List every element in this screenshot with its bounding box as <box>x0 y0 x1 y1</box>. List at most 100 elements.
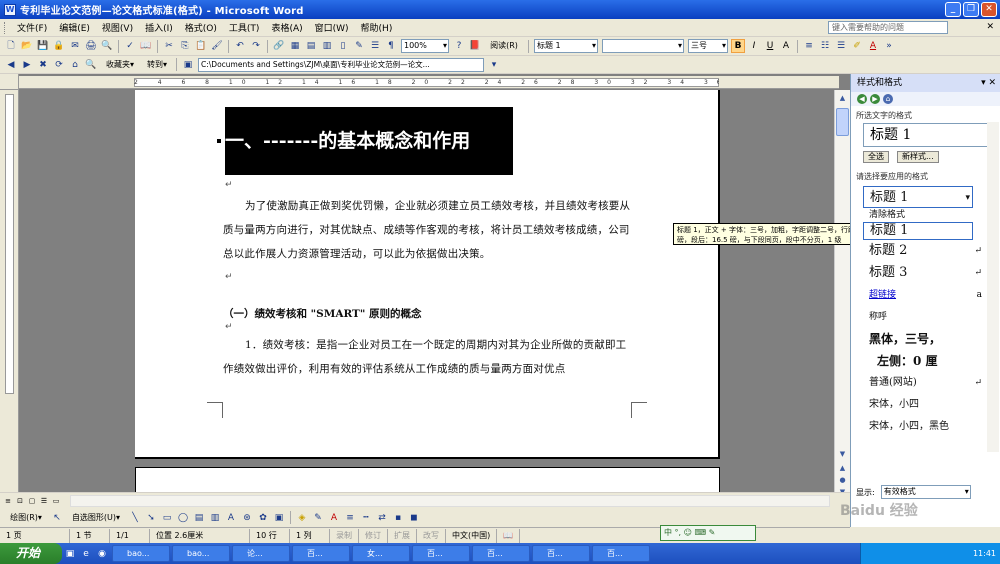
taskbar-item[interactable]: 百... <box>292 545 350 562</box>
menu-help[interactable]: 帮助(H) <box>355 21 399 34</box>
word-app-icon[interactable]: W <box>4 3 16 16</box>
document-map-icon[interactable]: ☰ <box>368 39 382 53</box>
taskbar-item[interactable]: 百... <box>412 545 470 562</box>
menu-format[interactable]: 格式(O) <box>179 21 223 34</box>
selected-format-box[interactable]: 标题 1 <box>863 123 994 147</box>
chevron-down-icon[interactable]: ▾ <box>965 187 970 209</box>
tab-selector[interactable] <box>0 74 19 90</box>
menu-view[interactable]: 视图(V) <box>96 21 139 34</box>
show-select[interactable]: 有效格式 <box>880 485 971 499</box>
status-record[interactable]: 录制 <box>330 528 359 543</box>
status-track[interactable]: 修订 <box>359 528 388 543</box>
back-icon[interactable]: ◀ <box>857 94 867 104</box>
reading-button[interactable]: 阅读(R) <box>484 39 524 53</box>
menu-file[interactable]: 文件(F) <box>11 21 53 34</box>
style-item[interactable]: 标题 2 ↵ <box>863 240 1000 262</box>
menu-window[interactable]: 窗口(W) <box>309 21 355 34</box>
char-border-icon[interactable]: A <box>779 39 793 53</box>
show-only-web-icon[interactable]: ▣ <box>181 58 195 72</box>
textbox-icon[interactable]: ▤ <box>192 511 206 525</box>
print-preview-icon[interactable]: 🔍 <box>100 39 114 53</box>
forward-icon[interactable]: ▶ <box>20 58 34 72</box>
style-item[interactable]: 黑体，三号， <box>863 328 1000 350</box>
line-color-icon[interactable]: ✎ <box>311 511 325 525</box>
diagram-icon[interactable]: ⊛ <box>240 511 254 525</box>
fill-color-icon[interactable]: ◈ <box>295 511 309 525</box>
vertical-ruler[interactable] <box>0 90 19 492</box>
show-hide-icon[interactable]: ¶ <box>384 39 398 53</box>
new-document-icon[interactable]: 🗋 <box>4 39 18 53</box>
shadow-icon[interactable]: ▪ <box>391 511 405 525</box>
browse-object-icon[interactable]: ● <box>836 474 849 486</box>
stop-icon[interactable]: ✖ <box>36 58 50 72</box>
outline-view-icon[interactable]: ☰ <box>39 496 49 506</box>
status-extend[interactable]: 扩展 <box>388 528 417 543</box>
style-item[interactable]: 标题 1 <box>863 222 973 240</box>
status-overtype[interactable]: 改写 <box>417 528 446 543</box>
taskbar-item[interactable]: 女... <box>352 545 410 562</box>
close-button[interactable]: ✕ <box>981 2 997 17</box>
paste-icon[interactable]: 📋 <box>194 39 208 53</box>
autoshapes-button[interactable]: 自选图形(U)▾ <box>66 511 126 525</box>
selected-heading[interactable]: 一、-------的基本概念和作用 <box>225 107 513 175</box>
taskbar-item[interactable]: bao... <box>112 545 170 562</box>
copy-icon[interactable]: ⎘ <box>178 39 192 53</box>
body-paragraph-1[interactable]: 为了使激励真正做到奖优罚懒，企业就必须建立员工绩效考核，并且绩效考核要从质与量两… <box>223 194 633 266</box>
cut-icon[interactable]: ✂ <box>162 39 176 53</box>
open-icon[interactable]: 📂 <box>20 39 34 53</box>
horizontal-ruler[interactable]: 2 4 6 8 10 12 14 16 18 20 22 24 26 28 30… <box>19 76 839 89</box>
wordart-icon[interactable]: A <box>224 511 238 525</box>
menu-table[interactable]: 表格(A) <box>265 21 308 34</box>
dash-style-icon[interactable]: ┅ <box>359 511 373 525</box>
ime-toolbar[interactable]: 中 °, ☺ ⌨ ✎ <box>660 525 756 541</box>
taskbar-item[interactable]: 百... <box>472 545 530 562</box>
bold-button[interactable]: B <box>731 39 745 53</box>
media-icon[interactable]: ◉ <box>95 547 109 561</box>
redo-icon[interactable]: ↷ <box>249 39 263 53</box>
read-icon[interactable]: 📕 <box>468 39 482 53</box>
select-all-button[interactable]: 全选 <box>863 151 889 163</box>
research-icon[interactable]: 📖 <box>139 39 153 53</box>
task-pane-scrollbar[interactable] <box>987 122 999 452</box>
style-item[interactable]: 左侧：0 厘 <box>863 350 1000 372</box>
favorites-button[interactable]: 收藏夹▾ <box>100 58 140 72</box>
search-web-icon[interactable]: 🔍 <box>84 58 98 72</box>
toolbar-options-icon[interactable]: » <box>882 39 896 53</box>
help-icon[interactable]: ? <box>452 39 466 53</box>
line-icon[interactable]: ╲ <box>128 511 142 525</box>
italic-button[interactable]: I <box>747 39 761 53</box>
normal-view-icon[interactable]: ≡ <box>3 496 13 506</box>
body-paragraph-2[interactable]: 1．绩效考核：是指一企业对员工在一个既定的周期内对其为企业所做的贡献即工作绩效做… <box>223 333 633 381</box>
clipart-icon[interactable]: ✿ <box>256 511 270 525</box>
font-color-draw-icon[interactable]: A <box>327 511 341 525</box>
style-item[interactable]: 宋体，小四，黑色 <box>863 416 1000 438</box>
taskbar-item[interactable]: 百... <box>532 545 590 562</box>
prev-page-icon[interactable]: ▲ <box>836 462 849 474</box>
select-objects-icon[interactable]: ↖ <box>50 511 64 525</box>
style-item[interactable]: 标题 1 ▾ <box>863 186 973 208</box>
hyperlink-icon[interactable]: 🔗 <box>272 39 286 53</box>
tables-borders-icon[interactable]: ▦ <box>288 39 302 53</box>
ie-icon[interactable]: e <box>79 547 93 561</box>
home-icon[interactable]: ⌂ <box>883 94 893 104</box>
highlight-icon[interactable]: ✐ <box>850 39 864 53</box>
insert-table-icon[interactable]: ▤ <box>304 39 318 53</box>
menu-edit[interactable]: 编辑(E) <box>53 21 96 34</box>
back-icon[interactable]: ◀ <box>4 58 18 72</box>
reading-view-icon[interactable]: ▭ <box>51 496 61 506</box>
align-left-icon[interactable]: ≡ <box>802 39 816 53</box>
style-item[interactable]: 称呼 <box>863 306 1000 328</box>
address-dropdown-icon[interactable]: ▾ <box>487 58 501 72</box>
drawing-icon[interactable]: ✎ <box>352 39 366 53</box>
print-icon[interactable]: 🖨 <box>84 39 98 53</box>
spelling-icon[interactable]: ✓ <box>123 39 137 53</box>
email-icon[interactable]: ✉ <box>68 39 82 53</box>
forward-icon[interactable]: ▶ <box>870 94 880 104</box>
font-color-button[interactable]: A <box>866 39 880 53</box>
menu-insert[interactable]: 插入(I) <box>139 21 179 34</box>
section-subheading[interactable]: （一）绩效考核和 "SMART" 原则的概念 <box>223 306 421 321</box>
vertical-scrollbar[interactable]: ▲ ▼ ▲ ● ▼ <box>834 90 850 496</box>
next-page[interactable] <box>135 467 720 492</box>
bullets-icon[interactable]: ☷ <box>818 39 832 53</box>
oval-icon[interactable]: ◯ <box>176 511 190 525</box>
